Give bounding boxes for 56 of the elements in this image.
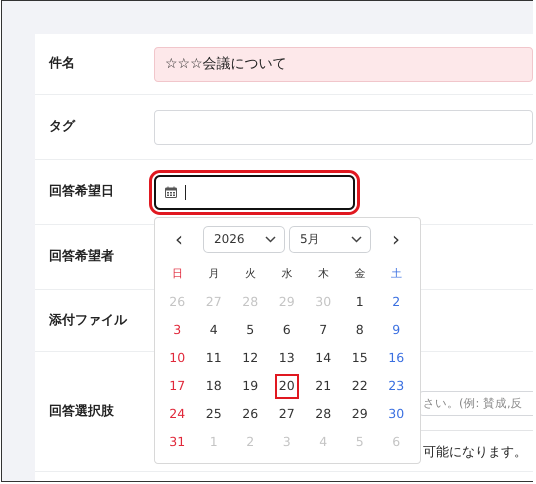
day-cell[interactable]: 12 — [240, 348, 260, 369]
day-cell[interactable]: 7 — [317, 320, 330, 341]
day-cell[interactable]: 21 — [313, 376, 334, 397]
day-cell[interactable]: 25 — [204, 404, 224, 425]
day-cell[interactable]: 5 — [244, 320, 256, 341]
weekday-label: 水 — [280, 266, 294, 282]
field-label: 回答希望日 — [48, 182, 115, 202]
day-cell[interactable]: 16 — [386, 348, 406, 369]
day-cell[interactable]: 30 — [386, 404, 406, 425]
help-text: 可能になります。 — [422, 444, 528, 462]
weekday-label: 土 — [390, 266, 403, 282]
day-cell[interactable]: 19 — [240, 376, 260, 397]
weekday-label: 木 — [316, 266, 330, 282]
day-cell[interactable]: 1 — [354, 292, 366, 313]
chevron-down-icon — [351, 236, 362, 242]
day-cell[interactable]: 18 — [204, 376, 224, 397]
field-label: 回答選択肢 — [48, 402, 115, 421]
day-cell[interactable]: 11 — [204, 348, 224, 369]
day-cell[interactable]: 2 — [390, 292, 402, 313]
next-month-button[interactable]: › — [376, 229, 416, 249]
day-cell[interactable]: 27 — [276, 404, 297, 425]
day-cell[interactable]: 31 — [167, 432, 188, 453]
day-cell[interactable]: 24 — [167, 404, 188, 425]
text-field[interactable] — [154, 110, 533, 144]
day-cell[interactable]: 14 — [313, 348, 334, 369]
day-cell[interactable]: 10 — [167, 348, 188, 369]
weekday-label: 月 — [207, 266, 220, 282]
weekday-label: 火 — [244, 266, 257, 282]
weekday-label: 日 — [170, 266, 184, 282]
text-field[interactable]: ☆☆☆会議について — [154, 46, 533, 82]
day-cell[interactable]: 3 — [171, 320, 184, 341]
day-cell[interactable]: 29 — [350, 404, 370, 425]
weekday-label: 金 — [353, 266, 366, 282]
day-cell[interactable]: 6 — [280, 320, 293, 341]
day-cell[interactable]: 28 — [313, 404, 334, 425]
field-label: 件名 — [48, 55, 76, 74]
month-select[interactable]: 5月 — [289, 226, 371, 252]
day-cell[interactable]: 15 — [350, 348, 370, 369]
day-cell[interactable]: 13 — [276, 348, 297, 369]
chevron-down-icon — [265, 236, 276, 242]
day-cell[interactable]: 8 — [354, 320, 366, 341]
day-cell[interactable]: 26 — [240, 404, 260, 425]
choices-field[interactable]: さい。(例: 賛成,反 — [419, 391, 533, 416]
field-label: 回答希望者 — [48, 248, 115, 266]
text-cursor — [185, 184, 186, 200]
day-cell[interactable]: 4 — [208, 320, 220, 341]
day-cell[interactable]: 22 — [350, 376, 370, 397]
day-cell[interactable]: 9 — [390, 320, 402, 341]
field-label: タグ — [48, 118, 76, 136]
field-label: 添付ファイル — [48, 312, 128, 330]
previous-month-button[interactable]: ‹ — [159, 229, 199, 249]
year-select[interactable]: 2026 — [203, 226, 285, 252]
day-cell[interactable]: 20 — [276, 376, 297, 397]
day-cell[interactable]: 23 — [386, 376, 406, 397]
day-cell[interactable]: 17 — [167, 376, 188, 397]
calendar-icon — [165, 186, 177, 198]
